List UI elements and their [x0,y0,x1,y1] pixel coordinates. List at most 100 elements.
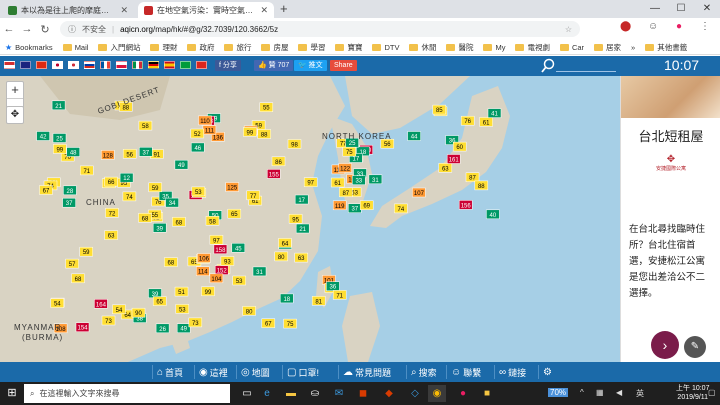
aqi-marker[interactable]: 99 [201,286,215,297]
aqi-marker[interactable]: 87 [339,187,353,198]
aqi-marker[interactable]: 53 [175,304,190,314]
aqi-marker[interactable]: 99 [53,144,67,154]
bookmark-item[interactable]: My [478,43,510,52]
aqi-marker[interactable]: 63 [294,252,308,263]
aqi-marker[interactable]: 80 [274,251,288,262]
aqi-marker[interactable]: 68 [138,213,152,223]
aqi-marker[interactable]: 119 [332,200,347,211]
tab-close-icon[interactable]: ✕ [120,5,128,16]
aqi-marker[interactable]: 73 [188,317,203,328]
close-window-button[interactable]: ✕ [694,0,720,18]
aqi-marker[interactable]: 88 [474,180,489,191]
flag-japan-icon[interactable] [52,61,63,69]
aqi-marker[interactable]: 25 [52,133,67,143]
bookmark-item[interactable]: 其他書籤 [640,42,692,53]
flag-china-icon[interactable] [36,61,47,69]
file-explorer-icon[interactable]: ▬ [282,385,300,402]
aqi-marker[interactable]: 33 [352,175,366,185]
aqi-marker[interactable]: 17 [294,194,309,205]
sticky-notes-icon[interactable]: ■ [478,385,496,402]
flag-korea-icon[interactable] [68,61,79,69]
aqi-marker[interactable]: 86 [271,156,286,167]
flag-italy-icon[interactable] [132,61,143,69]
aqi-marker[interactable]: 156 [458,200,473,210]
bookmark-item[interactable]: 旅行 [219,42,256,53]
aqi-marker[interactable]: 87 [465,172,480,182]
ime-indicator[interactable]: 英 [636,388,644,399]
battery-indicator[interactable]: 70% [548,388,569,397]
bookmark-item[interactable]: Car [555,43,589,52]
aqi-marker[interactable]: 128 [101,150,115,160]
aqi-marker[interactable]: 61 [330,177,345,188]
aqi-marker[interactable]: 44 [407,131,421,141]
search-input-line[interactable] [556,71,616,72]
aqi-marker[interactable]: 58 [205,216,220,226]
bookmark-star-icon[interactable]: ☆ [565,25,572,34]
aqi-marker[interactable]: 98 [287,139,302,149]
bookmark-item[interactable]: DTV [367,43,404,52]
aqi-marker[interactable]: 107 [412,187,426,198]
profile-icon[interactable]: ● [676,21,682,32]
aqi-marker[interactable]: 158 [213,244,228,255]
aqi-marker[interactable]: 67 [261,318,276,328]
aqi-marker[interactable]: 45 [231,243,246,253]
aqi-marker[interactable]: 31 [368,174,383,185]
store-icon[interactable]: ⛀ [306,385,324,402]
footer-search-button[interactable]: ⌕ 搜索 [406,365,437,379]
aqi-marker[interactable]: 40 [486,209,500,220]
flag-uk-icon[interactable] [20,61,31,69]
footer-contact-button[interactable]: ☺ 聯繫 [446,365,481,379]
aqi-marker[interactable]: 37 [139,147,153,157]
flag-germany-icon[interactable] [148,61,159,69]
aqi-map[interactable]: 6370921121518449571361611117537981021551… [0,76,620,362]
taskbar-search-box[interactable]: ⌕ 在這裡輸入文字來搜尋 [24,384,230,403]
aqi-marker[interactable]: 71 [332,290,347,300]
bookmark-item[interactable]: 休閒 [404,42,441,53]
windows-start-icon[interactable]: ⊞ [3,385,21,402]
aqi-marker[interactable]: 76 [460,115,475,126]
aqi-marker[interactable]: 54 [50,298,65,308]
aqi-marker[interactable]: 18 [280,293,294,304]
aqi-marker[interactable]: 154 [75,322,90,332]
back-button[interactable]: ← [0,23,18,35]
tweet-button[interactable]: 🐦 推文 [294,60,327,71]
aqi-marker[interactable]: 77 [246,190,260,201]
aqi-marker[interactable]: 52 [190,128,205,139]
aqi-marker[interactable]: 49 [176,323,191,333]
taskbar-clock[interactable]: 上午 10:07 2019/9/11 [676,384,709,402]
bookmark-item[interactable]: 理財 [145,42,182,53]
maximize-button[interactable]: ☐ [668,0,694,18]
aqi-marker[interactable]: 106 [197,253,211,263]
aqi-marker[interactable]: 164 [94,299,108,309]
url-field[interactable]: ⓘ 不安全 | aqicn.org/map/hk/#@g/32.7039/120… [60,21,580,37]
menu-icon[interactable]: ⋮ [700,21,710,32]
aqi-marker[interactable]: 21 [295,223,310,234]
aqi-marker[interactable]: 97 [209,235,224,245]
bookmark-item[interactable]: » [626,43,640,52]
aqi-marker[interactable]: 53 [232,275,246,286]
aqi-marker[interactable]: 155 [267,169,281,179]
volume-icon[interactable]: ◀ [616,388,622,397]
flag-russia-icon[interactable] [84,61,95,69]
aqi-marker[interactable]: 12 [119,172,134,183]
footer-home-button[interactable]: ⌂ 首頁 [152,365,183,379]
bookmark-item[interactable]: 政府 [182,42,219,53]
aqi-marker[interactable]: 111 [202,125,217,135]
aqi-marker[interactable]: 58 [138,120,153,131]
info-icon[interactable]: ⓘ [68,24,76,35]
facebook-share-button[interactable]: f 分享 [215,60,241,71]
aqi-marker[interactable]: 122 [338,163,352,173]
facebook-like-button[interactable]: 👍 贊 707 [254,60,294,71]
aqi-marker[interactable]: 51 [174,286,189,297]
chrome-icon[interactable]: ◉ [428,385,446,402]
aqi-marker[interactable]: 31 [252,266,267,277]
aqi-marker[interactable]: 63 [104,230,118,240]
aqi-marker[interactable]: 68 [164,257,178,267]
flag-icon[interactable] [4,61,15,69]
bookmark-item[interactable]: 寶寶 [330,42,367,53]
bookmark-item[interactable]: 房屋 [256,42,293,53]
aqi-marker[interactable]: 90 [131,307,146,318]
aqi-marker[interactable]: 125 [225,182,239,192]
tab-other[interactable]: 本以為是往上爬的摩庭，卻走向 ✕ [2,2,134,18]
aqi-marker[interactable]: 21 [51,100,66,111]
